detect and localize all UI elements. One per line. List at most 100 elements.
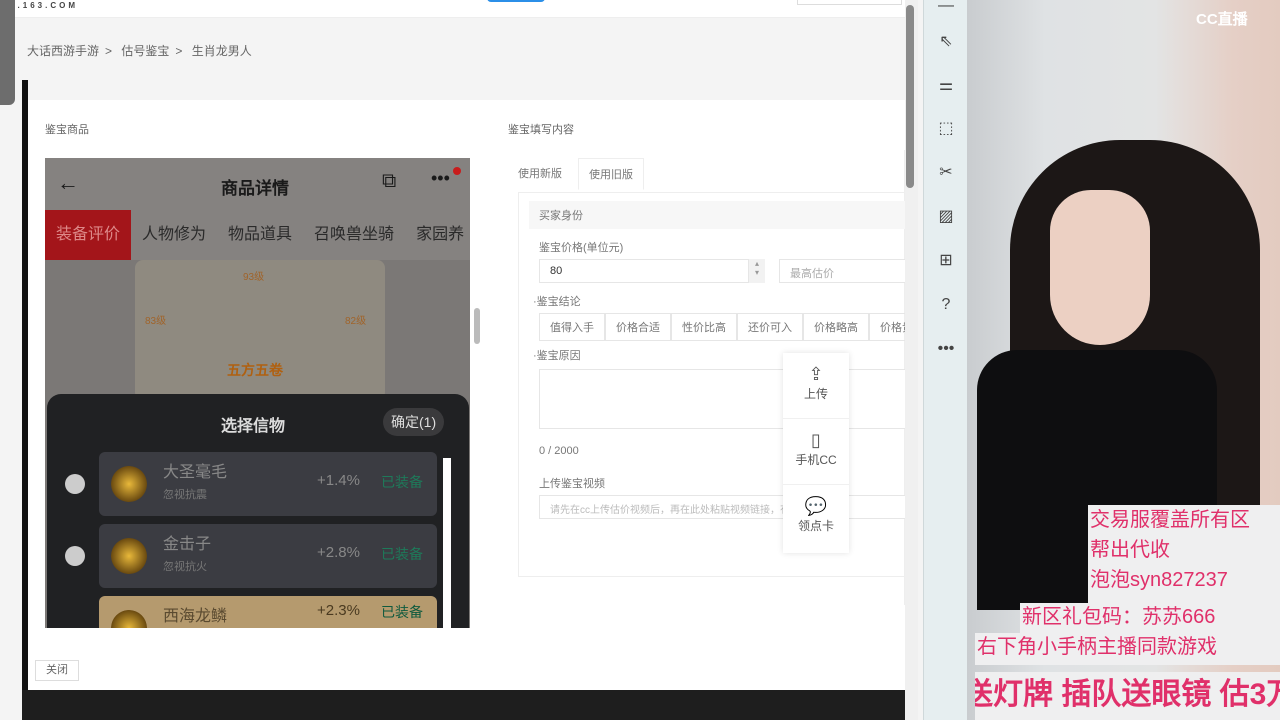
item-name: 金击子 — [163, 536, 212, 553]
breadcrumb-item[interactable]: 大话西游手游 — [27, 44, 99, 58]
breadcrumb-sep: > — [105, 44, 113, 58]
chip[interactable]: 价格略高 — [803, 313, 869, 341]
phone-title: 商品详情 — [221, 179, 289, 198]
char-counter: 0 / 2000 — [539, 445, 579, 457]
item-pct: +1.4% — [317, 472, 360, 489]
price-stepper[interactable]: ▴ ▾ — [749, 259, 765, 283]
chip[interactable]: 值得入手 — [539, 313, 605, 341]
phone-tab[interactable]: 家园养 — [405, 210, 470, 260]
top-input[interactable] — [797, 0, 902, 5]
cc-live-logo: CC直播 — [1196, 11, 1248, 28]
bottom-bar — [22, 690, 905, 720]
tool-sidebar: — ⇖ ⚌ ⬚ ✂ ▨ ⊞ ? ••• — [923, 0, 967, 720]
reason-label: ·鉴宝原因 — [533, 350, 581, 362]
overlay-text: 交易服覆盖所有区 — [1090, 509, 1250, 531]
more-icon[interactable]: ••• — [934, 337, 958, 361]
section-title-form: 鉴宝填写内容 — [508, 124, 574, 136]
close-button[interactable]: 关闭 — [35, 660, 79, 681]
image-scrollbar[interactable] — [472, 158, 482, 628]
list-item[interactable]: 金击子 忽视抗火 +2.8% 已装备 — [65, 524, 437, 588]
phone-tab[interactable]: 装备评价 — [45, 210, 132, 260]
mobile-cc-label: 手机CC — [795, 453, 837, 467]
phone-icon: ▯ — [811, 430, 821, 450]
share-icon[interactable]: ⧉ — [382, 170, 396, 193]
section-title-goods: 鉴宝商品 — [45, 124, 89, 136]
video-link-input[interactable]: 请先在cc上传估价视频后，再在此处粘贴视频链接，有助于好评 — [539, 495, 906, 519]
tab-old-version[interactable]: 使用旧版 — [578, 158, 644, 190]
item-name: 西海龙鳞 — [163, 608, 228, 625]
video-label: 上传鉴宝视频 — [539, 478, 605, 490]
top-action-button[interactable] — [487, 0, 545, 2]
reason-label-text: 鉴宝原因 — [536, 350, 581, 362]
left-scrollbar[interactable] — [0, 0, 15, 105]
sliders-icon[interactable]: ⚌ — [934, 74, 958, 98]
mobile-cc-button[interactable]: ▯ 手机CC — [783, 419, 849, 485]
art-label: 83级 — [145, 316, 167, 327]
phone-screenshot: ← 商品详情 ⧉ ••• 装备评价 人物修为 物品道具 召唤兽坐骑 家园养 93… — [45, 158, 470, 628]
overlay-text: 右下角小手柄主播同款游戏 — [975, 633, 1280, 665]
list-scrollbar[interactable] — [443, 458, 451, 628]
overlay-text: 帮出代收 — [1090, 539, 1170, 561]
item-pct: +2.3% — [317, 602, 360, 619]
list-item[interactable]: 大圣毫毛 忽视抗震 +1.4% 已装备 — [65, 452, 437, 516]
minimize-icon[interactable]: — — [934, 0, 958, 18]
upload-icon: ⇪ — [808, 364, 824, 384]
help-icon[interactable]: ? — [934, 293, 958, 317]
conclusion-chips: 值得入手 价格合适 性价比高 还价可入 价格略高 价格贵 — [539, 313, 906, 341]
breadcrumb-item: 生肖龙男人 — [191, 44, 252, 58]
upload-button[interactable]: ⇪ 上传 — [783, 353, 849, 419]
map-search-icon[interactable]: ⊞ — [934, 249, 958, 273]
max-price-input[interactable]: 最高估价 — [779, 259, 909, 283]
radio[interactable] — [65, 474, 85, 494]
price-input[interactable]: 80 — [539, 259, 749, 283]
phone-tab[interactable]: 召唤兽坐骑 — [303, 210, 405, 260]
item-status: 已装备 — [381, 474, 423, 490]
cursor-icon[interactable]: ⇖ — [934, 30, 958, 54]
item-name: 大圣毫毛 — [163, 464, 228, 481]
overlay-box: 交易服覆盖所有区 帮出代收 泡泡syn827237 — [1088, 505, 1280, 603]
streamer-face — [1050, 190, 1150, 345]
image-edit-icon[interactable]: ▨ — [934, 205, 958, 229]
price-label: 鉴宝价格(单位元) — [539, 242, 624, 254]
scale-icon — [111, 610, 147, 628]
sheet-title: 选择信物 — [221, 418, 286, 435]
reason-textarea[interactable] — [539, 369, 906, 429]
feather-icon — [111, 466, 147, 502]
conclusion-label: ·鉴宝结论 — [533, 296, 581, 308]
chip[interactable]: 性价比高 — [671, 313, 737, 341]
screenshot-icon[interactable]: ⬚ — [934, 117, 958, 141]
conclusion-label-text: 鉴宝结论 — [536, 296, 581, 308]
breadcrumb-item[interactable]: 估号鉴宝 — [121, 44, 169, 58]
list-item[interactable]: 西海龙鳞 +2.3% 已装备 — [99, 596, 437, 628]
get-card-button[interactable]: 💬 领点卡 — [783, 485, 849, 551]
tools-icon[interactable]: ✂ — [934, 161, 958, 185]
phone-tab[interactable]: 人物修为 — [131, 210, 217, 260]
upload-label: 上传 — [803, 387, 828, 401]
art-label: 93级 — [243, 272, 265, 283]
key-icon — [111, 538, 147, 574]
image-scrollbar-thumb[interactable] — [474, 308, 480, 344]
art-label: 82级 — [345, 316, 367, 327]
scrollbar-thumb[interactable] — [906, 5, 914, 188]
item-pct: +2.8% — [317, 544, 360, 561]
tab-new-version[interactable]: 使用新版 — [508, 158, 572, 190]
chip[interactable]: 价格贵 — [869, 313, 906, 341]
phone-tab[interactable]: 物品道具 — [217, 210, 303, 260]
art-label: 五方五卷 — [227, 362, 283, 378]
confirm-button[interactable]: 确定(1) — [383, 408, 445, 436]
chip[interactable]: 还价可入 — [737, 313, 803, 341]
more-icon[interactable]: ••• — [431, 168, 450, 189]
radio[interactable] — [65, 546, 85, 566]
get-card-label: 领点卡 — [797, 519, 834, 533]
overlay-text: 新区礼包码：苏苏666 — [1020, 603, 1280, 633]
buyer-identity-header: 买家身份 — [529, 201, 906, 229]
overlay-text-line: 右下角小手柄主播同款游戏 — [977, 636, 1217, 658]
chip[interactable]: 价格合适 — [605, 313, 671, 341]
browser-top-bar — [0, 0, 905, 18]
select-token-sheet: 选择信物 确定(1) 大圣毫毛 忽视抗震 +1.4% 已装备 金击子 忽视抗火 … — [47, 394, 469, 628]
floating-menu: ⇪ 上传 ▯ 手机CC 💬 领点卡 — [783, 353, 849, 553]
back-arrow-icon[interactable]: ← — [57, 170, 79, 196]
breadcrumb-sep: > — [175, 44, 183, 58]
overlay-text: 泡泡syn827237 — [1090, 569, 1228, 591]
notification-dot — [453, 167, 461, 175]
